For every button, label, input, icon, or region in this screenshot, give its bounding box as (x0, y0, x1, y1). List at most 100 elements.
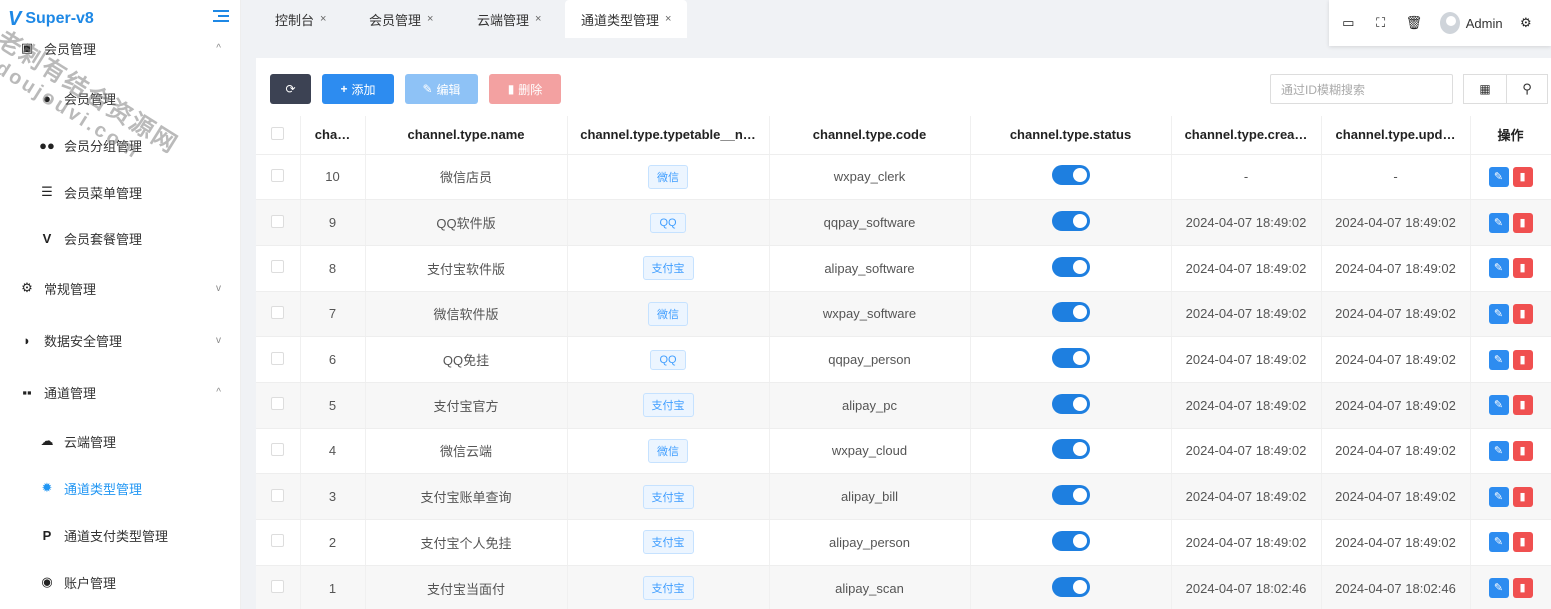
row-delete-button[interactable]: ▮ (1512, 532, 1533, 553)
row-checkbox[interactable] (271, 580, 285, 594)
desktop-icon[interactable]: ▭ (1341, 15, 1355, 31)
row-select-cell[interactable] (256, 336, 301, 383)
table-row[interactable]: 3 支付宝账单查询 支付宝 alipay_bill 2024-04-07 18:49:0… (256, 473, 1551, 520)
row-checkbox[interactable] (271, 260, 285, 274)
sidebar-item[interactable]: ▪▪ 通道管理 ^ (0, 372, 241, 412)
row-select-cell[interactable] (256, 428, 301, 475)
status-toggle[interactable] (1051, 302, 1090, 323)
menu-collapse-icon[interactable] (213, 10, 229, 24)
row-select-cell[interactable] (256, 382, 301, 429)
row-delete-button[interactable]: ▮ (1512, 349, 1533, 370)
row-checkbox[interactable] (271, 351, 285, 365)
select-all-cell[interactable] (256, 116, 301, 155)
row-checkbox[interactable] (271, 488, 285, 502)
sidebar-item[interactable]: ☰ 会员菜单管理 (0, 172, 241, 212)
status-toggle[interactable] (1051, 485, 1090, 506)
tab[interactable]: 云端管理 × (461, 0, 557, 38)
settings-icon[interactable]: ⚙ (1519, 15, 1533, 31)
row-checkbox[interactable] (271, 397, 285, 411)
status-toggle[interactable] (1051, 348, 1090, 369)
fullscreen-icon[interactable]: ⛶ (1373, 15, 1387, 31)
status-toggle[interactable] (1051, 165, 1090, 186)
columns-toggle-button[interactable]: ▦ (1463, 74, 1507, 104)
row-delete-button[interactable]: ▮ (1512, 258, 1533, 279)
sidebar-item[interactable]: ◗ 数据安全管理 v (0, 320, 241, 360)
row-checkbox[interactable] (271, 214, 285, 228)
close-icon[interactable]: × (427, 13, 433, 25)
row-select-cell[interactable] (256, 245, 301, 292)
tab[interactable]: 通道类型管理 × (565, 0, 688, 38)
status-toggle[interactable] (1051, 439, 1090, 460)
delete-button[interactable]: ▮ 删除 (489, 74, 561, 104)
table-row[interactable]: 4 微信云端 微信 wxpay_cloud 2024-04-07 18:49:02 202… (256, 428, 1551, 475)
refresh-button[interactable]: ⟳ (270, 74, 311, 104)
sidebar-item[interactable]: ☁ 云端管理 (0, 421, 241, 461)
table-row[interactable]: 8 支付宝软件版 支付宝 alipay_software 2024-04-07 18:4… (256, 245, 1551, 292)
row-edit-button[interactable]: ✎ (1488, 349, 1509, 370)
row-select-cell[interactable] (256, 154, 301, 201)
row-select-cell[interactable] (256, 473, 301, 520)
search-button[interactable]: ⚲ (1506, 74, 1548, 104)
sidebar-item[interactable]: V 会员套餐管理 (0, 218, 241, 258)
table-row[interactable]: 7 微信软件版 微信 wxpay_software 2024-04-07 18:49:0… (256, 291, 1551, 338)
status-toggle[interactable] (1051, 211, 1090, 232)
row-edit-button[interactable]: ✎ (1488, 395, 1509, 416)
table-row[interactable]: 1 支付宝当面付 支付宝 alipay_scan 2024-04-07 18:02:46… (256, 565, 1551, 609)
row-delete-button[interactable]: ▮ (1512, 578, 1533, 599)
column-header[interactable]: channel.type.typetable__n… (567, 116, 770, 155)
status-toggle[interactable] (1051, 393, 1090, 414)
row-delete-button[interactable]: ▮ (1512, 212, 1533, 233)
table-row[interactable]: 2 支付宝个人免挂 支付宝 alipay_person 2024-04-07 18:49… (256, 519, 1551, 566)
row-edit-button[interactable]: ✎ (1488, 532, 1509, 553)
row-select-cell[interactable] (256, 199, 301, 246)
row-edit-button[interactable]: ✎ (1488, 440, 1509, 461)
row-select-cell[interactable] (256, 291, 301, 338)
row-select-cell[interactable] (256, 519, 301, 566)
tab[interactable]: 控制台 × (259, 0, 342, 38)
user-name[interactable]: Admin (1466, 16, 1503, 31)
row-delete-button[interactable]: ▮ (1512, 395, 1533, 416)
sidebar-item[interactable]: ⚙ 常规管理 v (0, 268, 241, 308)
select-all-checkbox[interactable] (271, 126, 285, 140)
sidebar-item[interactable]: ◉ 账户管理 (0, 562, 241, 602)
row-edit-button[interactable]: ✎ (1488, 212, 1509, 233)
column-header[interactable]: channel.type.upd… (1321, 116, 1471, 155)
table-row[interactable]: 10 微信店员 微信 wxpay_clerk - - ✎ ▮ (256, 154, 1551, 201)
row-delete-button[interactable]: ▮ (1512, 440, 1533, 461)
status-toggle[interactable] (1051, 256, 1090, 277)
edit-button[interactable]: ✎ 编辑 (405, 74, 478, 104)
row-delete-button[interactable]: ▮ (1512, 166, 1533, 187)
search-input[interactable]: 通过ID模糊搜索 (1270, 74, 1453, 104)
close-icon[interactable]: × (320, 13, 326, 25)
row-checkbox[interactable] (271, 168, 285, 182)
table-row[interactable]: 5 支付宝官方 支付宝 alipay_pc 2024-04-07 18:49:02 202… (256, 382, 1551, 429)
row-checkbox[interactable] (271, 534, 285, 548)
row-edit-button[interactable]: ✎ (1488, 486, 1509, 507)
sidebar-item[interactable]: ● 会员管理 (0, 78, 241, 118)
avatar[interactable] (1439, 12, 1460, 34)
row-edit-button[interactable]: ✎ (1488, 303, 1509, 324)
row-edit-button[interactable]: ✎ (1488, 578, 1509, 599)
row-edit-button[interactable]: ✎ (1488, 258, 1509, 279)
table-row[interactable]: 6 QQ免挂 QQ qqpay_person 2024-04-07 18:49:02 20… (256, 336, 1551, 383)
sidebar-item[interactable]: ●● 会员分组管理 (0, 125, 241, 165)
row-delete-button[interactable]: ▮ (1512, 303, 1533, 324)
sidebar-item[interactable]: ▣ 会员管理 ^ (0, 28, 241, 68)
close-icon[interactable]: × (535, 13, 541, 25)
sidebar-item[interactable]: ✹ 通道类型管理 (0, 468, 241, 508)
column-header[interactable]: channel.type.code (769, 116, 971, 155)
column-header[interactable]: channel.type.status (970, 116, 1172, 155)
row-select-cell[interactable] (256, 565, 301, 609)
column-header[interactable]: channel.type.name (365, 116, 568, 155)
close-icon[interactable]: × (665, 13, 671, 25)
row-edit-button[interactable]: ✎ (1488, 166, 1509, 187)
status-toggle[interactable] (1051, 530, 1090, 551)
row-checkbox[interactable] (271, 442, 285, 456)
sidebar-item[interactable]: P 通道支付类型管理 (0, 515, 241, 555)
row-checkbox[interactable] (271, 305, 285, 319)
table-row[interactable]: 9 QQ软件版 QQ qqpay_software 2024-04-07 18:49:0… (256, 199, 1551, 246)
column-header[interactable]: cha… (300, 116, 366, 155)
status-toggle[interactable] (1051, 576, 1090, 597)
tab[interactable]: 会员管理 × (353, 0, 449, 38)
row-delete-button[interactable]: ▮ (1512, 486, 1533, 507)
